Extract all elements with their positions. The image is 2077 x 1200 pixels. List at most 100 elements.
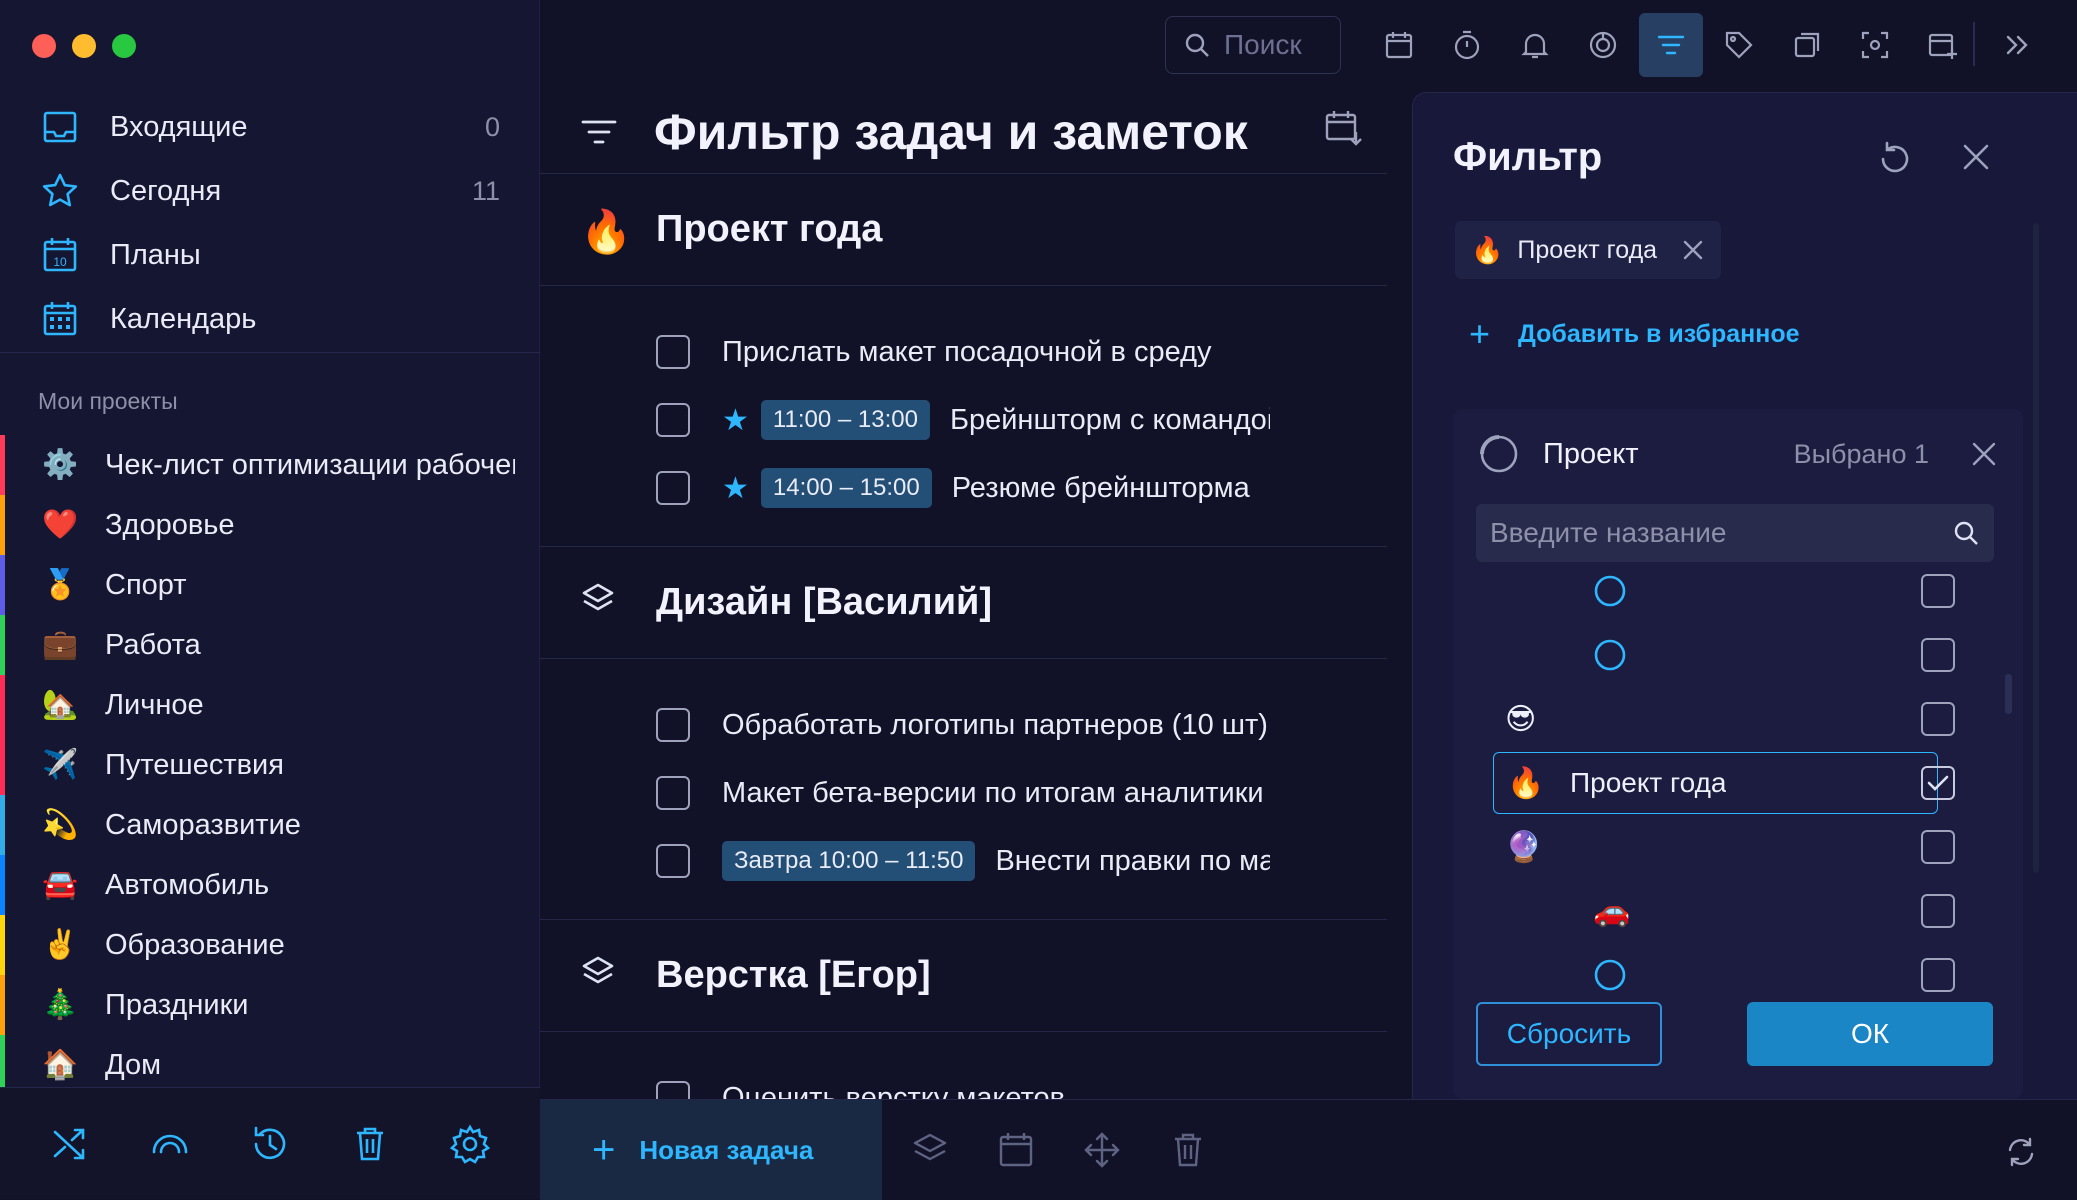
sidebar-project-item[interactable]: 🏡 Личное xyxy=(0,675,540,735)
minimize-window-button[interactable] xyxy=(72,34,96,58)
bell-icon[interactable] xyxy=(1503,13,1567,77)
task-row[interactable]: ★ 14:00 – 15:00 Резюме брейншторма xyxy=(540,454,1270,522)
close-icon[interactable] xyxy=(1969,439,1999,469)
new-task-button[interactable]: + Новая задача xyxy=(540,1100,882,1200)
star-icon: ★ xyxy=(722,403,749,437)
group-header[interactable]: 🔥 Проект года xyxy=(540,174,1387,286)
timer-icon[interactable] xyxy=(1435,13,1499,77)
nav-item-calendar[interactable]: Календарь xyxy=(0,287,540,351)
project-filter-section: Проект Выбрано 1 Введите название АняДиа… xyxy=(1453,409,2023,1099)
nav-item-today[interactable]: Сегодня 11 xyxy=(0,159,540,223)
cards-icon[interactable] xyxy=(1775,13,1839,77)
project-label: Путешествия xyxy=(105,748,284,781)
option-checkbox[interactable] xyxy=(1921,574,1955,608)
tag-icon[interactable] xyxy=(1707,13,1771,77)
move-icon[interactable] xyxy=(1082,1130,1122,1170)
task-row[interactable]: Завтра 10:00 – 11:50 Внести правки по мак… xyxy=(540,827,1270,895)
task-checkbox[interactable] xyxy=(656,471,690,505)
option-checkbox[interactable] xyxy=(1921,830,1955,864)
calendar-icon[interactable] xyxy=(1367,13,1431,77)
screenshot-icon[interactable] xyxy=(1843,13,1907,77)
calendar-sort-icon[interactable] xyxy=(1323,108,1363,148)
task-row[interactable]: Обработать логотипы партнеров (10 шт) xyxy=(540,691,1270,759)
group-header[interactable]: Верстка [Егор] xyxy=(540,920,1387,1032)
calendar-10-icon: 10 xyxy=(40,235,80,275)
task-checkbox[interactable] xyxy=(656,844,690,878)
bottom-bar: + Новая задача xyxy=(540,1099,2077,1200)
search-icon xyxy=(1184,32,1224,58)
sidebar-project-item[interactable]: ❤️ Здоровье xyxy=(0,495,540,555)
project-color-bar xyxy=(0,735,5,795)
option-checkbox[interactable] xyxy=(1921,702,1955,736)
chevrons-right-icon[interactable] xyxy=(1985,13,2049,77)
reset-button[interactable]: Сбросить xyxy=(1476,1002,1662,1066)
layers-icon[interactable] xyxy=(910,1130,950,1170)
sidebar-project-item[interactable]: ⚙️ Чек-лист оптимизации рабочего времени xyxy=(0,435,540,495)
sidebar-project-item[interactable]: ✈️ Путешествия xyxy=(0,735,540,795)
task-title: Резюме брейншторма xyxy=(951,471,1250,504)
project-color-bar xyxy=(0,555,5,615)
group-header[interactable]: Дизайн [Василий] xyxy=(540,547,1387,659)
project-option[interactable]: 🔥 Проект года xyxy=(1493,752,1938,814)
sidebar-project-item[interactable]: 🏅 Спорт xyxy=(0,555,540,615)
add-calendar-icon[interactable] xyxy=(1911,13,1975,77)
layers-icon xyxy=(580,954,624,998)
trash-icon[interactable] xyxy=(350,1124,390,1164)
group-tasks: Оценить верстку макетов xyxy=(540,1032,1387,1099)
sidebar: Входящие 0 Сегодня 11 10 Планы Календарь… xyxy=(0,0,540,1199)
add-favorite-button[interactable]: + Добавить в избранное xyxy=(1469,313,1800,355)
active-filter-chip[interactable]: 🔥 Проект года xyxy=(1455,221,1722,279)
calendar-icon[interactable] xyxy=(996,1130,1036,1170)
sidebar-project-item[interactable]: 🏠 Дом xyxy=(0,1035,540,1095)
nav-item-plans[interactable]: 10 Планы xyxy=(0,223,540,287)
sidebar-project-item[interactable]: 🚘 Автомобиль xyxy=(0,855,540,915)
task-row[interactable]: ★ 11:00 – 13:00 Брейншторм с командой xyxy=(540,386,1270,454)
page-title: Фильтр задач и заметок xyxy=(654,103,1248,160)
task-checkbox[interactable] xyxy=(656,776,690,810)
task-checkbox[interactable] xyxy=(656,1081,690,1099)
sidebar-project-item[interactable]: ✌️ Образование xyxy=(0,915,540,975)
task-row[interactable]: Макет бета-версии по итогам аналитики xyxy=(540,759,1270,827)
sidebar-project-item[interactable]: 💼 Работа xyxy=(0,615,540,675)
option-checkbox[interactable] xyxy=(1921,638,1955,672)
trash-icon[interactable] xyxy=(1168,1130,1208,1170)
project-color-bar xyxy=(0,1035,5,1095)
task-row[interactable]: Оценить верстку макетов xyxy=(540,1064,1270,1099)
task-title: Внести правки по макету xyxy=(995,844,1270,877)
sidebar-project-item[interactable]: 🎄 Праздники xyxy=(0,975,540,1035)
task-checkbox[interactable] xyxy=(656,708,690,742)
sidebar-project-item[interactable]: 💫 Саморазвитие xyxy=(0,795,540,855)
filter-icon[interactable] xyxy=(1639,13,1703,77)
project-color-bar xyxy=(0,795,5,855)
menu-icon[interactable] xyxy=(580,117,618,147)
task-checkbox[interactable] xyxy=(656,403,690,437)
option-checkbox[interactable] xyxy=(1921,958,1955,992)
nav-label: Календарь xyxy=(110,302,257,335)
project-color-bar xyxy=(0,975,5,1035)
search-field[interactable]: Поиск xyxy=(1165,16,1341,74)
option-checkbox[interactable] xyxy=(1921,766,1955,800)
filter-scrollbar[interactable] xyxy=(2033,223,2039,873)
option-checkbox[interactable] xyxy=(1921,894,1955,928)
focus-icon[interactable] xyxy=(1571,13,1635,77)
shuffle-icon[interactable] xyxy=(50,1124,90,1164)
task-checkbox[interactable] xyxy=(656,335,690,369)
nav-item-inbox[interactable]: Входящие 0 xyxy=(0,95,540,159)
task-row[interactable]: Прислать макет посадочной в среду xyxy=(540,318,1270,386)
rainbow-icon[interactable] xyxy=(150,1124,190,1164)
reset-icon[interactable] xyxy=(1875,139,1915,179)
chip-remove-icon[interactable] xyxy=(1681,238,1705,262)
close-icon[interactable] xyxy=(1958,139,1994,175)
project-emoji-icon: 🚘 xyxy=(41,869,79,901)
ok-button[interactable]: ОК xyxy=(1747,1002,1993,1066)
settings-icon[interactable] xyxy=(450,1123,490,1164)
sync-icon[interactable] xyxy=(2005,1136,2037,1168)
project-label: Здоровье xyxy=(105,508,235,541)
project-search-input[interactable]: Введите название xyxy=(1476,504,1994,562)
zoom-window-button[interactable] xyxy=(112,34,136,58)
project-label: Автомобиль xyxy=(105,868,270,901)
history-icon[interactable] xyxy=(250,1124,290,1164)
close-window-button[interactable] xyxy=(32,34,56,58)
options-scrollbar[interactable] xyxy=(2005,674,2012,714)
task-groups: 🔥 Проект года Прислать макет посадочной в … xyxy=(540,174,1387,1099)
